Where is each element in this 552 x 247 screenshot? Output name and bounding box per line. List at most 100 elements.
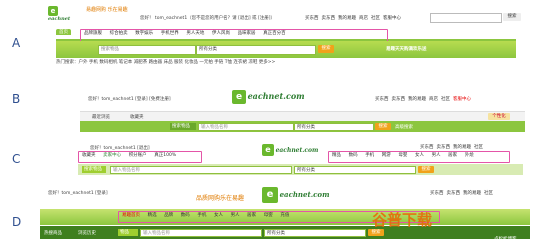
category-select[interactable]: 搜索物品 (170, 123, 196, 130)
nav-link[interactable]: 男人 (429, 152, 444, 158)
scope-select[interactable]: 所有分类 (294, 166, 416, 174)
slogan-d: 品质网购乐在易趣 (196, 195, 245, 202)
greeting-b: 您好！tom_eachnet1 [登录] [免费注册] (88, 97, 171, 102)
top-link[interactable]: 卖东西 (447, 190, 461, 196)
search-input[interactable]: 输入物品名称 (140, 229, 262, 237)
logo-mark-icon: e (48, 6, 58, 16)
tab-item[interactable]: 伊人风尚 (209, 30, 233, 36)
history-button[interactable]: 浏览历史 (78, 230, 96, 236)
top-link[interactable]: 社区 (484, 190, 493, 196)
top-link[interactable]: 卖东西 (437, 144, 451, 150)
tab-home[interactable]: 首页 (56, 29, 71, 35)
top-link[interactable]: 我的易趣 (453, 144, 471, 150)
tab-item[interactable]: 数字娱乐 (132, 30, 156, 36)
logo-c[interactable]: e eachnet.com (262, 144, 318, 156)
search-button[interactable]: 搜索 (368, 229, 384, 236)
top-link[interactable]: 我的易趣 (338, 15, 356, 21)
watermark-small-d: 卢松松博客 (494, 237, 517, 242)
nav-link[interactable]: 外烩 (462, 152, 477, 158)
top-link[interactable]: 商店 (429, 96, 438, 102)
tab-item[interactable]: 品味家居 (235, 30, 259, 36)
top-link[interactable]: 社区 (441, 96, 450, 102)
promo-text[interactable]: 易趣天天购满欢乐送 (386, 46, 427, 52)
nav-link[interactable]: 男人 (228, 212, 243, 218)
search-input[interactable]: 输入物品名称 (110, 166, 292, 174)
nav-link[interactable]: 数码 (346, 152, 361, 158)
search-button[interactable]: 搜索 (318, 45, 334, 53)
nav-band-d: 易趣首页 精选 品牌 数码 手机 女人 男人 居家 母婴 充值 (40, 209, 530, 225)
search-input[interactable]: 输入物品名称 (198, 123, 294, 131)
version-c: C 您好！tom_eachnet1 [退出] 收藏夹 卖家中心 积分账户 真正1… (0, 142, 552, 184)
favorites-button[interactable]: 收藏夹 (130, 114, 144, 120)
tab-item[interactable]: 品牌旗舰 (81, 30, 105, 36)
label-a: A (12, 36, 21, 50)
real-100-link[interactable]: 真正100% (151, 152, 179, 158)
logo-mark-icon: e (262, 144, 274, 156)
top-link[interactable]: 我的易趣 (408, 96, 426, 102)
version-b: B 您好！tom_eachnet1 [登录] [免费注册] e eachnet.… (0, 88, 552, 132)
nav-link[interactable]: 充值 (277, 212, 292, 218)
tab-item[interactable]: 手机世界 (158, 30, 182, 36)
logo-mark-icon: e (262, 187, 278, 203)
nav-link[interactable]: 女人 (412, 152, 427, 158)
category-select[interactable]: 搜索物品 (82, 166, 106, 173)
nav-link[interactable]: 母婴 (261, 212, 276, 218)
top-link[interactable]: 买东西 (430, 190, 444, 196)
seller-center-link[interactable]: 卖家中心 (100, 152, 124, 158)
advanced-search-link[interactable]: 高级搜索 (395, 124, 413, 130)
search-button[interactable]: 搜索 (418, 166, 434, 173)
top-link[interactable]: 买东西 (420, 144, 434, 150)
top-link[interactable]: 社区 (474, 144, 483, 150)
top-link[interactable]: 卖东西 (392, 96, 406, 102)
nav-link-home[interactable]: 易趣首页 (119, 212, 143, 218)
nav-link[interactable]: 网游 (379, 152, 394, 158)
top-links-d: 买东西 卖东西 我的易趣 社区 (430, 190, 493, 196)
top-search-button[interactable]: 搜索 (503, 13, 521, 21)
tab-item[interactable]: 男人天地 (183, 30, 207, 36)
top-links-b: 买东西 卖东西 我的易趣 商店 社区 客服中心 (375, 96, 471, 102)
nav-link[interactable]: 精选 (145, 212, 160, 218)
top-search-a[interactable] (430, 13, 502, 23)
top-link[interactable]: 商店 (359, 15, 368, 21)
search-button[interactable]: 搜索 (375, 123, 391, 130)
recent-button[interactable]: 最近浏览 (92, 114, 110, 120)
slogan-a: 易趣网购 乐在易趣 (86, 7, 128, 13)
nav-link[interactable]: 居家 (445, 152, 460, 158)
search-input[interactable]: 搜索物品 (98, 45, 196, 55)
top-links-a: 买东西 卖东西 我的易趣 商店 社区 客服中心 (305, 15, 401, 21)
top-link[interactable]: 客服中心 (383, 15, 401, 21)
category-nav-box: 精品 数码 手机 网游 母婴 女人 男人 居家 外烩 (328, 151, 510, 163)
favorites-link[interactable]: 收藏夹 (79, 152, 99, 158)
search-band-c: 搜索物品 输入物品名称 所有分类 搜索 (78, 164, 523, 175)
top-link[interactable]: 卖东西 (322, 15, 336, 21)
hot-items-button[interactable]: 热搜商品 (44, 230, 62, 236)
nav-link[interactable]: 精品 (329, 152, 344, 158)
nav-link[interactable]: 手机 (194, 212, 209, 218)
scope-select[interactable]: 所有分类 (264, 229, 366, 237)
category-select[interactable]: 所有分类 (196, 45, 316, 55)
category-select[interactable]: 物品 (118, 229, 138, 236)
personalize-button[interactable]: 个性化 (488, 113, 510, 120)
greeting-d: 您好！tom_eachnet1 [登录] (48, 191, 108, 196)
nav-link[interactable]: 手机 (362, 152, 377, 158)
top-link[interactable]: 客服中心 (453, 96, 471, 102)
version-a: A e eachnet 易趣网购 乐在易趣 您好！ tom_eachnet1（您… (0, 0, 552, 65)
logo-b[interactable]: e eachnet.com (232, 90, 305, 104)
scope-select[interactable]: 所有分类 (294, 123, 374, 131)
top-link[interactable]: 买东西 (305, 15, 319, 21)
search-band-d: 热搜商品 浏览历史 物品 输入物品名称 所有分类 搜索 (40, 226, 530, 239)
tab-item[interactable]: 综合拍卖 (107, 30, 131, 36)
tab-item[interactable]: 真正百分百 (260, 30, 289, 36)
nav-link[interactable]: 品牌 (161, 212, 176, 218)
logo-d[interactable]: e eachnet.com (262, 187, 330, 203)
top-links-c: 买东西 卖东西 我的易趣 社区 (420, 144, 483, 150)
top-link[interactable]: 社区 (371, 15, 380, 21)
nav-link[interactable]: 母婴 (395, 152, 410, 158)
points-link[interactable]: 积分账户 (126, 152, 150, 158)
top-link[interactable]: 我的易趣 (463, 190, 481, 196)
nav-link[interactable]: 数码 (178, 212, 193, 218)
nav-link[interactable]: 居家 (244, 212, 259, 218)
left-links-box: 收藏夹 卖家中心 积分账户 真正100% (78, 151, 202, 163)
top-link[interactable]: 买东西 (375, 96, 389, 102)
nav-link[interactable]: 女人 (211, 212, 226, 218)
